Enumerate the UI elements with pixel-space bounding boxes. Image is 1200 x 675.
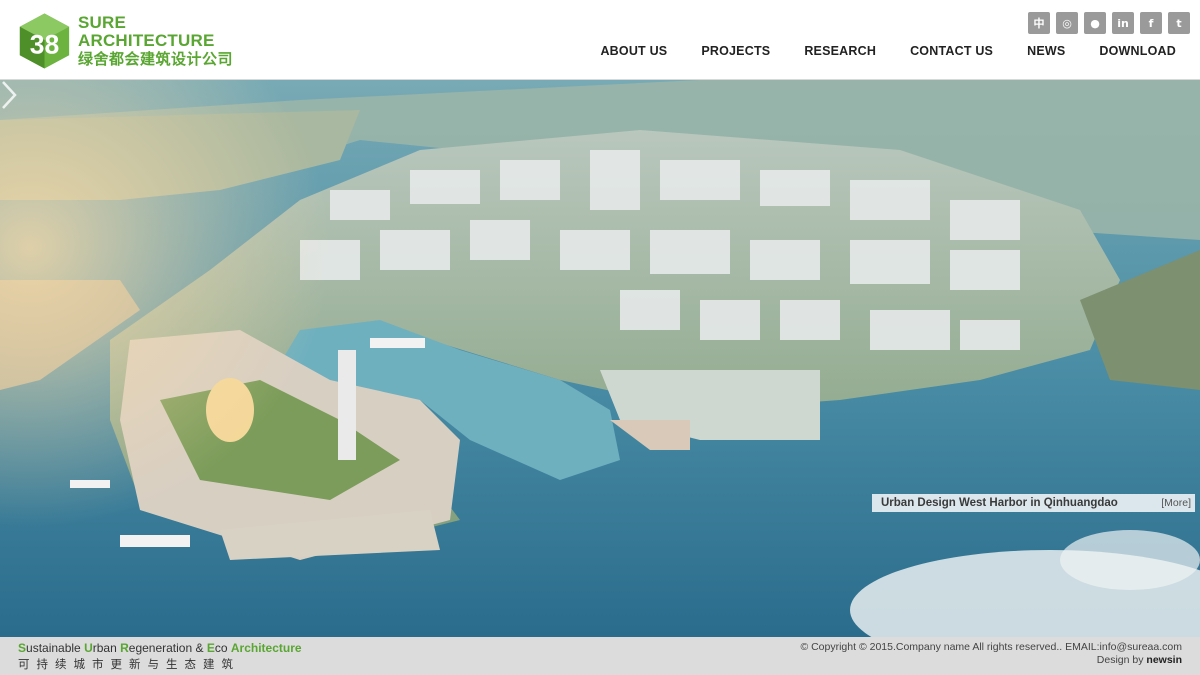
page: 38 SURE ARCHITECTURE 绿舍都会建筑设计公司 中 ◎ ● in… bbox=[0, 0, 1200, 675]
hero-slider: Urban Design West Harbor in Qinhuangdao … bbox=[0, 80, 1200, 637]
slogan: Sustainable Urban Regeneration & Eco Arc… bbox=[18, 641, 302, 672]
logo[interactable]: 38 SURE ARCHITECTURE 绿舍都会建筑设计公司 bbox=[17, 9, 257, 73]
design-by-label: Design by bbox=[1096, 654, 1144, 666]
hero-image bbox=[0, 80, 1200, 637]
wechat-icon[interactable]: ● bbox=[1084, 12, 1106, 34]
main-nav: ABOUT US PROJECTS RESEARCH CONTACT US NE… bbox=[566, 44, 1176, 58]
slogan-initial: U bbox=[84, 641, 93, 655]
slide-caption-title[interactable]: Urban Design West Harbor in Qinhuangdao bbox=[881, 497, 1118, 509]
slide-caption: Urban Design West Harbor in Qinhuangdao … bbox=[872, 494, 1195, 512]
logo-mark-icon: 38 bbox=[19, 13, 70, 69]
slogan-word: egeneration & bbox=[128, 641, 207, 655]
nav-news[interactable]: NEWS bbox=[1027, 44, 1065, 58]
slogan-word-architecture: Architecture bbox=[230, 641, 302, 655]
site-footer: Sustainable Urban Regeneration & Eco Arc… bbox=[0, 637, 1200, 675]
slogan-word: co bbox=[214, 641, 231, 655]
slogan-english: Sustainable Urban Regeneration & Eco Arc… bbox=[18, 641, 302, 656]
copyright-text: © Copyright © 2015.Company name All righ… bbox=[800, 641, 1182, 653]
linkedin-icon[interactable]: in bbox=[1112, 12, 1134, 34]
logo-english-name: SURE ARCHITECTURE bbox=[77, 13, 215, 50]
design-credit: Design by newsin bbox=[800, 654, 1182, 667]
design-by-link[interactable]: newsin bbox=[1146, 654, 1182, 666]
chinese-language-icon[interactable]: 中 bbox=[1028, 12, 1050, 34]
nav-download[interactable]: DOWNLOAD bbox=[1099, 44, 1176, 58]
slogan-initial: R bbox=[120, 641, 129, 655]
slider-next-arrow-icon[interactable] bbox=[0, 80, 18, 110]
slogan-chinese: 可持续城市更新与生态建筑 bbox=[18, 657, 240, 671]
facebook-icon[interactable]: f bbox=[1140, 12, 1162, 34]
slogan-initial: E bbox=[206, 641, 215, 655]
site-header: 38 SURE ARCHITECTURE 绿舍都会建筑设计公司 中 ◎ ● in… bbox=[0, 0, 1200, 80]
nav-contact-us[interactable]: CONTACT US bbox=[910, 44, 993, 58]
logo-text: SURE ARCHITECTURE 绿舍都会建筑设计公司 bbox=[77, 13, 257, 69]
slogan-word: ustainable bbox=[26, 641, 85, 655]
slogan-initial: S bbox=[18, 641, 27, 655]
svg-text:38: 38 bbox=[30, 29, 60, 59]
nav-research[interactable]: RESEARCH bbox=[804, 44, 876, 58]
slogan-word: rban bbox=[92, 641, 121, 655]
weibo-icon[interactable]: ◎ bbox=[1056, 12, 1078, 34]
slide-more-link[interactable]: [More] bbox=[1161, 497, 1191, 509]
nav-projects[interactable]: PROJECTS bbox=[701, 44, 770, 58]
social-links: 中 ◎ ● in f t bbox=[1028, 12, 1190, 34]
twitter-icon[interactable]: t bbox=[1168, 12, 1190, 34]
logo-chinese-name: 绿舍都会建筑设计公司 bbox=[77, 50, 233, 68]
copyright: © Copyright © 2015.Company name All righ… bbox=[800, 641, 1182, 667]
nav-about-us[interactable]: ABOUT US bbox=[600, 44, 667, 58]
